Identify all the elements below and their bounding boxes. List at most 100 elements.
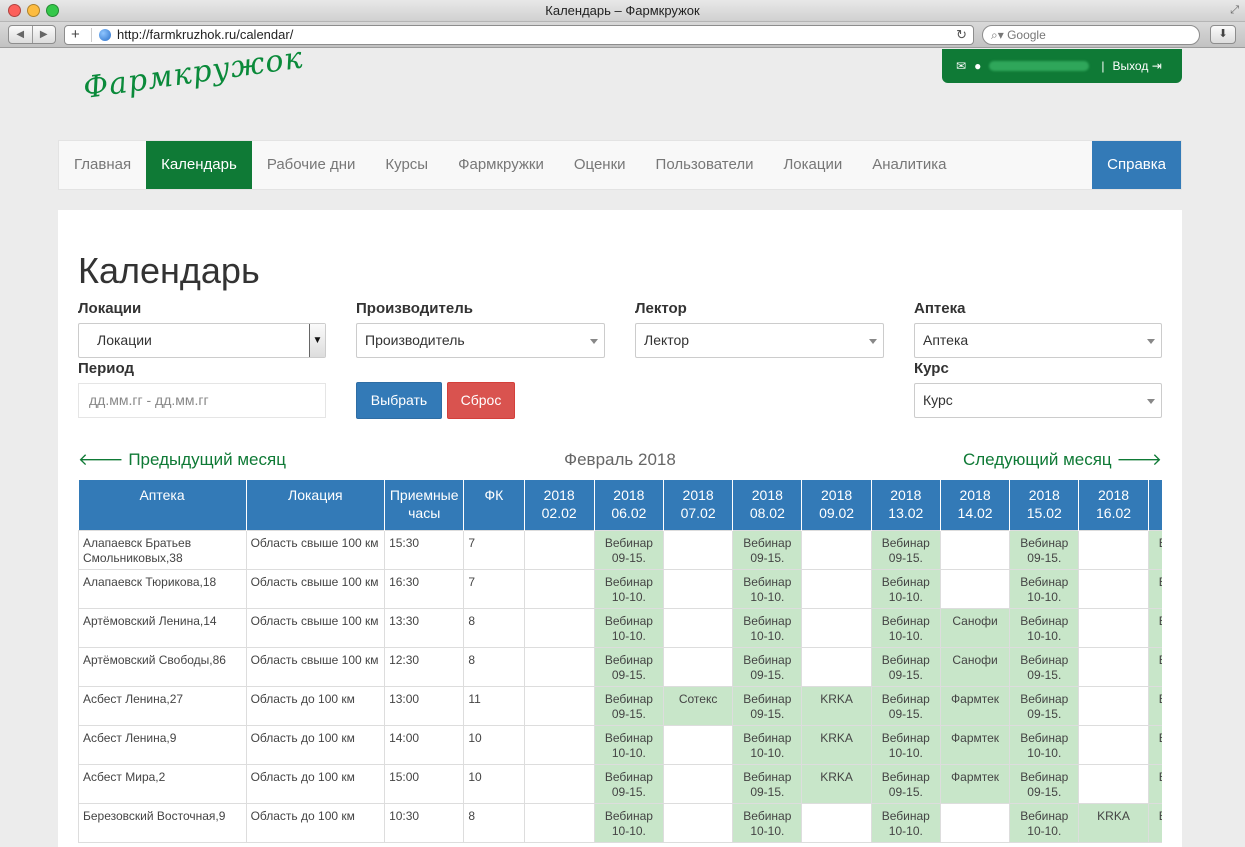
period-input[interactable]: дд.мм.гг - дд.мм.гг (78, 383, 326, 418)
cell-event[interactable]: KRKA (801, 724, 872, 765)
cell-event[interactable]: Фармтек (939, 763, 1011, 804)
cell-event[interactable]: Вебинар 10-10. (732, 568, 803, 609)
cell-event[interactable]: Вебинар 09-15. (1009, 529, 1080, 570)
pharmacy-select[interactable]: Аптека (914, 323, 1162, 358)
cell-event[interactable]: Вебинар 09 (1147, 724, 1162, 765)
cell-event[interactable]: Вебинар 10-10. (593, 607, 665, 648)
fullscreen-icon[interactable]: ⤢ (1230, 3, 1239, 17)
help-button[interactable]: Справка (1092, 141, 1181, 189)
cell-event[interactable]: Вебинар 09-15. (870, 646, 941, 687)
cell-event[interactable]: Вебинар 09-15. (1009, 646, 1080, 687)
cell-event[interactable]: Сотекс (662, 685, 734, 726)
forward-icon[interactable]: ▶ (31, 26, 56, 43)
address-bar[interactable]: + http://farmkruzhok.ru/calendar/ ↻ (64, 25, 974, 45)
cell-event[interactable]: Вебинар 10-10. (593, 724, 665, 765)
cell-event[interactable]: Вебинар 10-10. (593, 802, 665, 843)
cell-event[interactable]: Вебинар 09-15. (1009, 763, 1080, 804)
col-header-date[interactable]: 2018 16.02 (1078, 480, 1149, 530)
cell-event[interactable]: Вебинар 09-15. (732, 685, 803, 726)
envelope-icon[interactable]: ✉ (956, 59, 966, 73)
course-select[interactable]: Курс (914, 383, 1162, 418)
reload-icon[interactable]: ↻ (956, 26, 967, 44)
cell-event[interactable]: Санофи (939, 607, 1011, 648)
cell-event[interactable]: Вебинар 09-15. (870, 529, 941, 570)
col-header-date[interactable]: 2018 09.02 (801, 480, 872, 530)
chevron-down-icon[interactable]: ▼ (309, 324, 325, 357)
search-field[interactable]: ⌕▾ Google (982, 25, 1200, 45)
url-text[interactable]: http://farmkruzhok.ru/calendar/ (117, 26, 293, 44)
col-header-date[interactable]: 201820.02 (1148, 480, 1162, 530)
nav-item-calendar[interactable]: Календарь (146, 141, 252, 189)
cell-event[interactable]: Вебинар 10-10. (732, 607, 803, 648)
col-header-date[interactable]: 2018 06.02 (594, 480, 665, 530)
col-header-pharmacy[interactable]: Аптека (78, 480, 247, 530)
cell-event[interactable]: Фармтек (939, 724, 1011, 765)
cell-event[interactable]: Вебинар 09-15. (593, 763, 665, 804)
cell-event[interactable]: Вебинар 09-15. (870, 763, 941, 804)
back-icon[interactable]: ◀ (9, 26, 32, 43)
cell-event[interactable]: Вебинар 09-15. (732, 529, 803, 570)
site-logo[interactable]: Фармкружок (81, 41, 305, 106)
nav-item-pharm-clubs[interactable]: Фармкружки (443, 141, 559, 189)
cell-event[interactable]: Вебинар 10-10. (870, 802, 941, 843)
cell-event[interactable]: Вебинар 09-15. (593, 685, 665, 726)
col-header-fk[interactable]: ФК (463, 480, 525, 530)
nav-item-analytics[interactable]: Аналитика (857, 141, 961, 189)
cell-event[interactable]: Вебинар 09 (1147, 646, 1162, 687)
location-select[interactable]: Локации ▼ (78, 323, 326, 358)
nav-item-locations[interactable]: Локации (768, 141, 857, 189)
cell-event[interactable]: KRKA (801, 685, 872, 726)
calendar-table-wrapper[interactable]: Аптека Локация Приемные часы ФК 2018 02.02… (78, 480, 1162, 847)
cell-event[interactable]: Вебинар 10-10. (870, 607, 941, 648)
downloads-button[interactable]: ⬇ (1210, 25, 1236, 44)
close-window-icon[interactable] (8, 4, 21, 17)
cell-event[interactable]: Вебинар 10-10. (1009, 607, 1080, 648)
col-header-date[interactable]: 2018 07.02 (663, 480, 734, 530)
col-header-date[interactable]: 2018 14.02 (940, 480, 1011, 530)
cell-event[interactable]: Вебинар 10-10. (732, 802, 803, 843)
cell-event[interactable]: Фармтек (939, 685, 1011, 726)
cell-event[interactable]: Вебинар 09-15. (593, 646, 665, 687)
cell-event[interactable]: KRKA (801, 763, 872, 804)
cell-event[interactable]: Вебинар 10-10. (1009, 568, 1080, 609)
cell-event[interactable]: Вебинар 10-10. (732, 724, 803, 765)
add-bookmark-icon[interactable]: + (71, 26, 80, 44)
cell-event[interactable]: Вебинар 09-15. (732, 646, 803, 687)
lecturer-select[interactable]: Лектор (635, 323, 884, 358)
cell-event[interactable]: Вебинар 09 (1147, 763, 1162, 804)
cell-event[interactable]: Вебинар (1147, 607, 1162, 648)
cell-event[interactable]: Вебинар 10-10. (593, 568, 665, 609)
cell-event[interactable]: Вебинар 10-10. (1009, 802, 1080, 843)
cell-event[interactable]: Вебинар 09-15. (1009, 685, 1080, 726)
col-header-location[interactable]: Локация (246, 480, 386, 530)
logout-link[interactable]: Выход ⇥ (1112, 59, 1161, 73)
prev-month-link[interactable]: 🡐 Предыдущий месяц (78, 450, 286, 470)
manufacturer-select[interactable]: Производитель (356, 323, 605, 358)
nav-item-home[interactable]: Главная (59, 141, 146, 189)
cell-event[interactable]: KRKA (1078, 802, 1149, 843)
cell-event[interactable]: Санофи (939, 646, 1011, 687)
reset-button[interactable]: Сброс (447, 382, 515, 419)
col-header-date[interactable]: 2018 08.02 (732, 480, 803, 530)
next-month-link[interactable]: Следующий месяц 🡒 (963, 450, 1162, 470)
cell-event[interactable]: Вебинар 09-15. (870, 685, 941, 726)
cell-event[interactable]: Вебинар 10 (1147, 802, 1162, 843)
col-header-date[interactable]: 2018 13.02 (871, 480, 941, 530)
nav-item-workdays[interactable]: Рабочие дни (252, 141, 371, 189)
minimize-window-icon[interactable] (27, 4, 40, 17)
cell-event[interactable]: Вебинар (1147, 568, 1162, 609)
cell-event[interactable]: Вебинар 09-15. (732, 763, 803, 804)
cell-event[interactable]: Вебинар (1147, 529, 1162, 570)
col-header-hours[interactable]: Приемные часы (384, 480, 465, 530)
col-header-date[interactable]: 2018 02.02 (524, 480, 595, 530)
cell-event[interactable]: Вебинар 10-10. (870, 724, 941, 765)
nav-item-ratings[interactable]: Оценки (559, 141, 641, 189)
col-header-date[interactable]: 2018 15.02 (1009, 480, 1080, 530)
cell-event[interactable]: Вебинар 10-10. (1009, 724, 1080, 765)
cell-event[interactable]: Вебинар 09-15. (593, 529, 665, 570)
select-button[interactable]: Выбрать (356, 382, 442, 419)
nav-item-courses[interactable]: Курсы (370, 141, 443, 189)
zoom-window-icon[interactable] (46, 4, 59, 17)
nav-item-users[interactable]: Пользователи (641, 141, 769, 189)
cell-event[interactable]: Вебинар 09 (1147, 685, 1162, 726)
